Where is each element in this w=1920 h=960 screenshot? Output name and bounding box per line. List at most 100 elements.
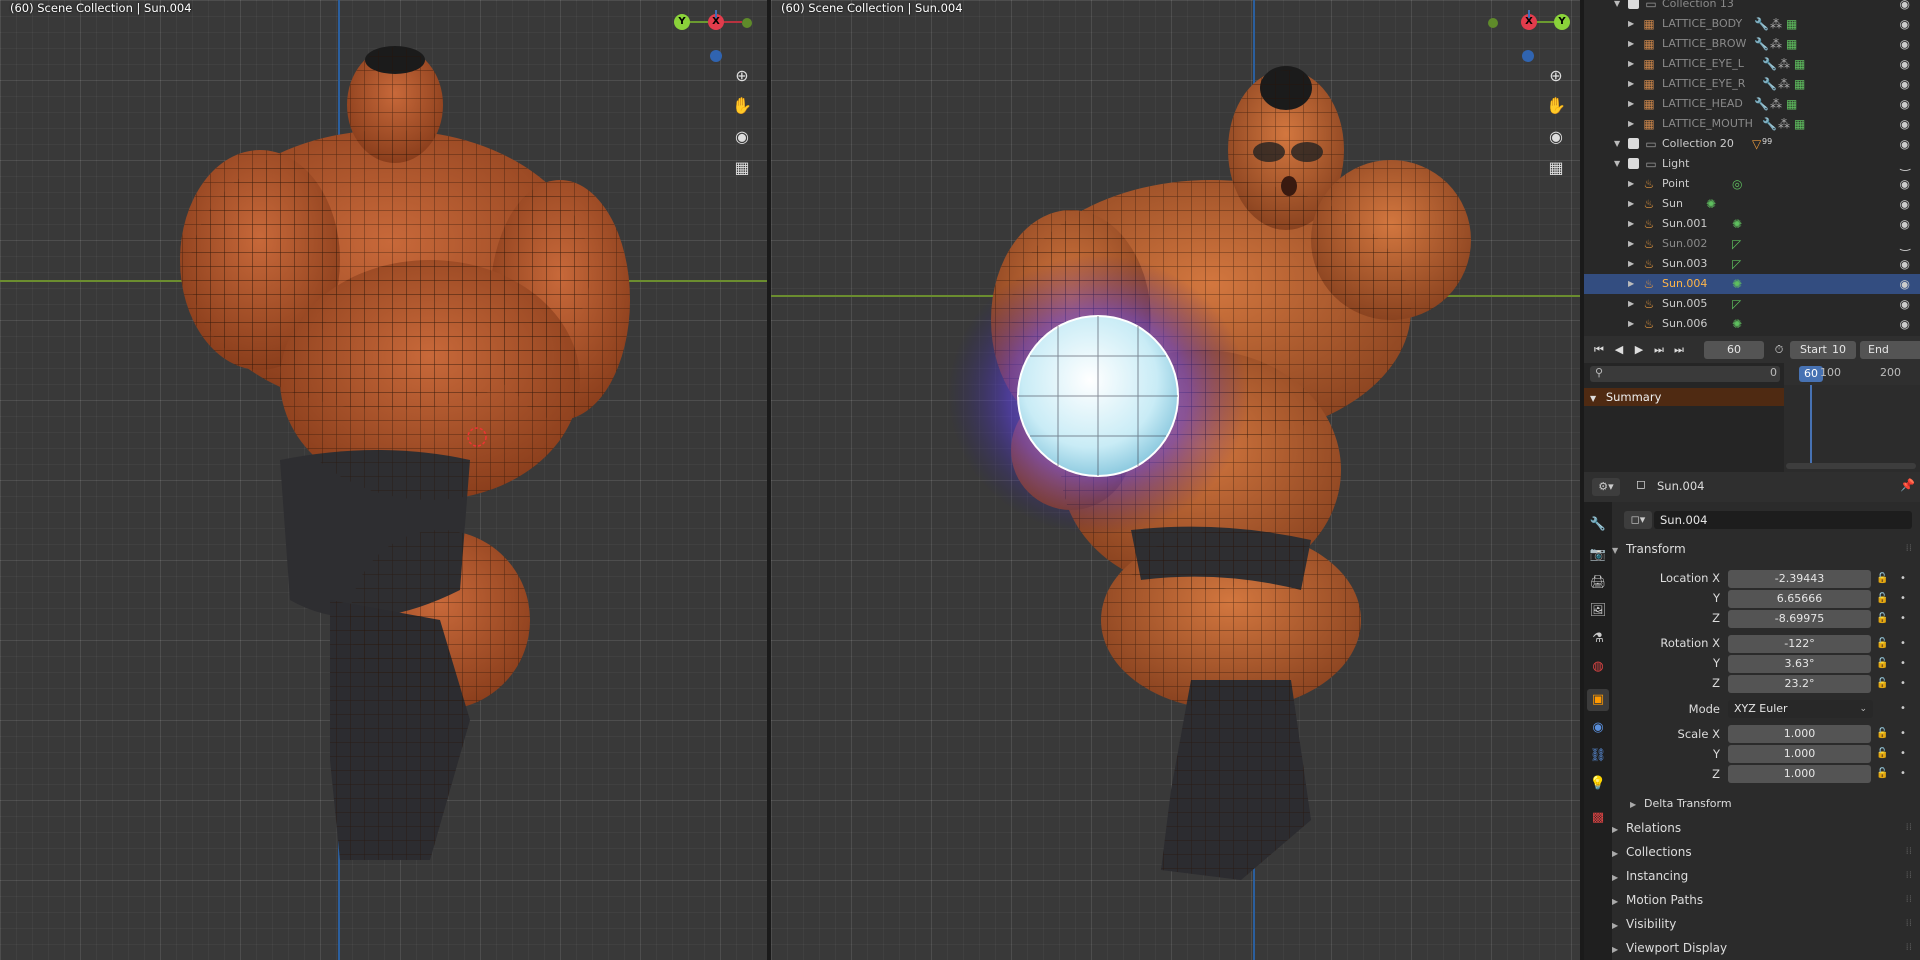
light-data-icon[interactable]: ◎: [1732, 174, 1742, 194]
play-icon[interactable]: ▶: [1630, 341, 1648, 358]
modifier-wrench-icon[interactable]: 🔧: [1762, 114, 1777, 134]
playhead-line[interactable]: [1810, 385, 1812, 465]
light-data-icon[interactable]: ✺: [1732, 314, 1742, 334]
editor-type-icon[interactable]: ⚙▾: [1592, 478, 1620, 496]
modifier-wrench-icon[interactable]: 🔧: [1762, 54, 1777, 74]
pin-icon[interactable]: 📌: [1900, 478, 1915, 492]
visibility-eye-icon[interactable]: ◉: [1900, 294, 1910, 314]
vertex-group-icon[interactable]: ⁂: [1778, 54, 1790, 74]
modifier-wrench-icon[interactable]: 🔧: [1762, 74, 1777, 94]
expand-icon[interactable]: ▶: [1628, 34, 1634, 54]
keyframe-dot-icon[interactable]: •: [1900, 638, 1906, 649]
expand-icon[interactable]: ▶: [1628, 94, 1634, 114]
gizmo-y-axis[interactable]: Y: [674, 14, 690, 30]
collapse-icon[interactable]: ▼: [1614, 154, 1620, 174]
lock-icon[interactable]: 🔓: [1876, 658, 1888, 669]
visibility-eye-icon[interactable]: ◉: [1900, 0, 1910, 14]
vertex-group-icon[interactable]: ⁂: [1770, 14, 1782, 34]
gizmo-z-axis[interactable]: [710, 50, 722, 62]
lattice-data-icon[interactable]: ▦: [1794, 74, 1805, 94]
lattice-data-icon[interactable]: ▦: [1786, 94, 1797, 114]
visibility-eye-icon[interactable]: ◉: [1900, 254, 1910, 274]
property-panel-header[interactable]: ▶ Relations ⁞⁞: [1612, 818, 1912, 838]
collapse-icon[interactable]: ▼: [1614, 0, 1620, 14]
outliner-collection-row[interactable]: ▼ ▭ Collection 20 ▽ 99 ◉: [1584, 134, 1920, 154]
outliner-collection-row[interactable]: ▼ ▭ Collection 13 ◉: [1584, 0, 1920, 14]
light-data-icon[interactable]: ✺: [1732, 274, 1742, 294]
visibility-eye-icon[interactable]: ◉: [1900, 74, 1910, 94]
expand-icon[interactable]: ▶: [1628, 254, 1634, 274]
light-data-icon[interactable]: ✺: [1732, 214, 1742, 234]
visibility-eye-icon[interactable]: ◉: [1900, 34, 1910, 54]
lock-icon[interactable]: 🔓: [1876, 638, 1888, 649]
lattice-data-icon[interactable]: ▦: [1794, 114, 1805, 134]
viewport-left[interactable]: (60) Scene Collection | Sun.004 Y X ⊕ ✋ …: [0, 0, 767, 960]
property-panel-header[interactable]: ▶ Visibility ⁞⁞: [1612, 914, 1912, 934]
light-data-icon[interactable]: ◸: [1732, 254, 1741, 274]
checkbox-icon[interactable]: [1628, 0, 1639, 9]
expand-icon[interactable]: ▶: [1628, 74, 1634, 94]
outliner[interactable]: ▼ ▭ Collection 13 ◉ ▶ ▦ LATTICE_BODY 🔧 ⁂ ▦ ◉ ▶ ▦ LATT…: [1584, 0, 1920, 336]
rotation-z-field[interactable]: 23.2°: [1728, 675, 1871, 693]
keyframe-dot-icon[interactable]: •: [1900, 613, 1906, 624]
vertex-group-icon[interactable]: ⁂: [1770, 34, 1782, 54]
drag-grip-icon[interactable]: ⁞⁞: [1906, 866, 1912, 886]
drag-grip-icon[interactable]: ⁞⁞: [1906, 818, 1912, 838]
pan-hand-icon[interactable]: ✋: [730, 94, 754, 118]
texture-tab-icon[interactable]: ▩: [1587, 807, 1609, 829]
visibility-eye-icon[interactable]: ◉: [1900, 94, 1910, 114]
lattice-data-icon[interactable]: ▦: [1786, 14, 1797, 34]
lock-icon[interactable]: 🔓: [1876, 613, 1888, 624]
jump-start-icon[interactable]: ⏮: [1590, 341, 1608, 358]
keyframe-dot-icon[interactable]: •: [1900, 748, 1906, 759]
object-browse-icon[interactable]: ◻▾: [1624, 511, 1652, 529]
zoom-icon[interactable]: ⊕: [730, 64, 754, 88]
timeline-graph[interactable]: 0 60 100 200: [1770, 363, 1920, 472]
grid-icon[interactable]: ▦: [1544, 156, 1568, 180]
end-frame-field[interactable]: End: [1860, 341, 1920, 359]
grid-icon[interactable]: ▦: [730, 156, 754, 180]
outliner-object-row[interactable]: ▶ ▦ LATTICE_EYE_L 🔧 ⁂ ▦ ◉: [1584, 54, 1920, 74]
keyframe-dot-icon[interactable]: •: [1900, 768, 1906, 779]
property-panel-header[interactable]: ▶ Collections ⁞⁞: [1612, 842, 1912, 862]
viewport-right[interactable]: (60) Scene Collection | Sun.004 X Y ⊕ ✋ …: [771, 0, 1580, 960]
outliner-object-row[interactable]: ▶ ♨ Sun.003 ◸ ◉: [1584, 254, 1920, 274]
light-data-icon[interactable]: ✺: [1706, 194, 1716, 214]
keyframe-dot-icon[interactable]: •: [1900, 703, 1906, 714]
property-panel-header[interactable]: ▶ Instancing ⁞⁞: [1612, 866, 1912, 886]
start-frame-field[interactable]: Start 10: [1790, 341, 1856, 359]
lock-icon[interactable]: 🔓: [1876, 593, 1888, 604]
lock-icon[interactable]: 🔓: [1876, 748, 1888, 759]
pan-hand-icon[interactable]: ✋: [1544, 94, 1568, 118]
property-panel-header[interactable]: ▶ Viewport Display ⁞⁞: [1612, 938, 1912, 958]
keyframe-dot-icon[interactable]: •: [1900, 573, 1906, 584]
camera-icon[interactable]: ◉: [730, 125, 754, 149]
visibility-eye-icon[interactable]: ◉: [1900, 314, 1910, 334]
scale-y-field[interactable]: 1.000: [1728, 745, 1871, 763]
object-name-input[interactable]: Sun.004: [1654, 511, 1912, 529]
expand-icon[interactable]: ▶: [1628, 174, 1634, 194]
zoom-icon[interactable]: ⊕: [1544, 64, 1568, 88]
modifier-wrench-icon[interactable]: 🔧: [1754, 94, 1769, 114]
visibility-hidden-icon[interactable]: ‿: [1900, 154, 1910, 174]
visibility-eye-icon[interactable]: ◉: [1900, 114, 1910, 134]
timeline-scrollbar[interactable]: [1786, 463, 1916, 469]
drag-grip-icon[interactable]: ⁞⁞: [1906, 914, 1912, 934]
visibility-eye-icon[interactable]: ◉: [1900, 214, 1910, 234]
delta-transform-panel[interactable]: ▶ Delta Transform: [1630, 794, 1912, 814]
stopwatch-icon[interactable]: ⏱: [1770, 341, 1788, 358]
visibility-eye-icon[interactable]: ◉: [1900, 14, 1910, 34]
gizmo-z-axis[interactable]: [1522, 50, 1534, 62]
outliner-object-row[interactable]: ▶ ♨ Sun.004 ✺ ◉: [1584, 274, 1920, 294]
lock-icon[interactable]: 🔓: [1876, 728, 1888, 739]
render-tab-icon[interactable]: 📷: [1587, 544, 1609, 566]
step-forward-icon[interactable]: ⏭: [1650, 341, 1668, 358]
keyframe-dot-icon[interactable]: •: [1900, 728, 1906, 739]
drag-grip-icon[interactable]: ⁞⁞: [1906, 890, 1912, 910]
location-x-field[interactable]: -2.39443: [1728, 570, 1871, 588]
outliner-object-row[interactable]: ▶ ▦ LATTICE_EYE_R 🔧 ⁂ ▦ ◉: [1584, 74, 1920, 94]
scale-z-field[interactable]: 1.000: [1728, 765, 1871, 783]
expand-icon[interactable]: ▶: [1628, 114, 1634, 134]
expand-icon[interactable]: ▶: [1628, 274, 1634, 294]
character-front-view[interactable]: [771, 0, 1580, 960]
